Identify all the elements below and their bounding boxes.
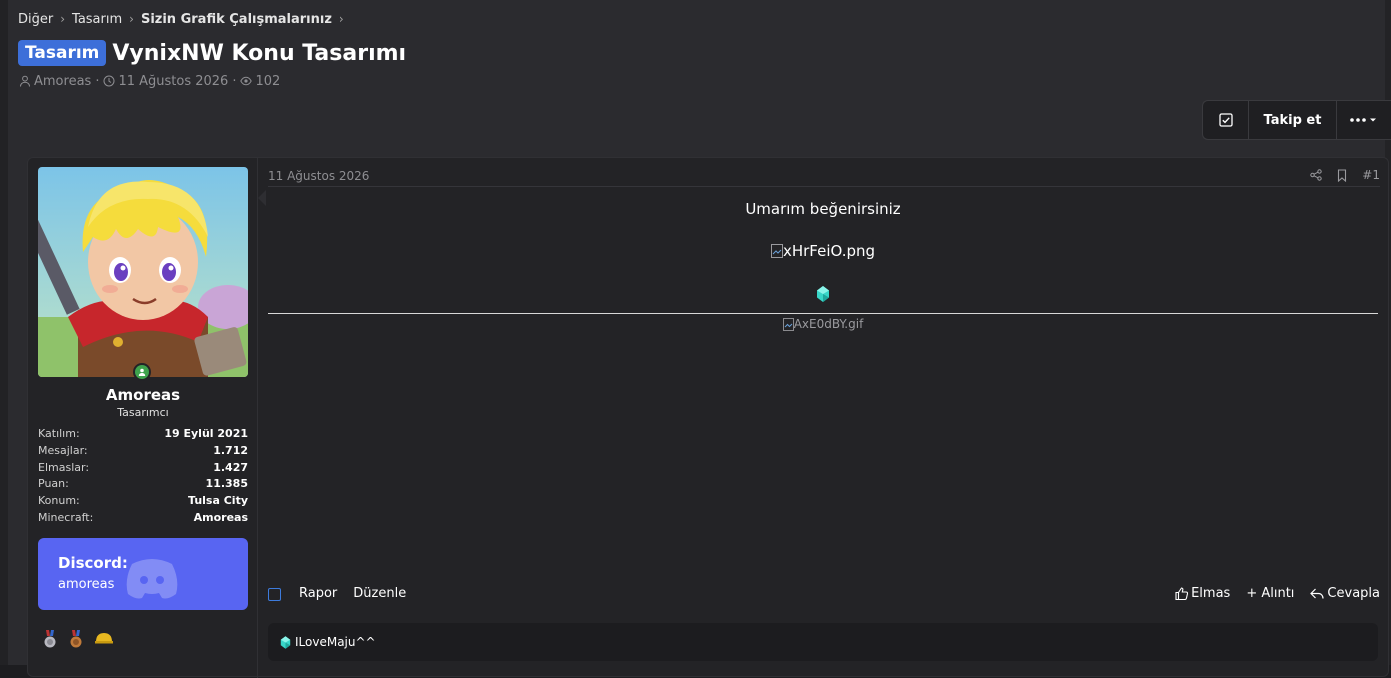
discord-card: Discord: amoreas <box>38 538 248 610</box>
post-footer-right: Elmas + Alıntı Cevapla <box>1175 586 1380 601</box>
quote-button[interactable]: + Alıntı <box>1246 586 1294 601</box>
left-edge <box>0 0 8 665</box>
thread-date: 11 Ağustos 2026 <box>103 74 228 89</box>
report-link[interactable]: Rapor <box>299 586 337 601</box>
reply-button[interactable]: Cevapla <box>1310 586 1380 601</box>
thread-author-name: Amoreas <box>34 73 92 89</box>
thread-title-row: Tasarım VynixNW Konu Tasarımı <box>18 38 406 68</box>
discord-username: amoreas <box>58 577 115 592</box>
diamond-icon <box>817 286 829 302</box>
share-icon[interactable] <box>1310 169 1322 181</box>
user-icon <box>20 75 30 87</box>
thread-date-text: 11 Ağustos 2026 <box>118 73 229 89</box>
follow-button[interactable]: Takip et <box>1249 101 1337 139</box>
clock-icon <box>103 75 115 87</box>
post-image-1[interactable]: xHrFeiO.png <box>268 242 1378 262</box>
post-main-column: 11 Ağustos 2026 #1 Umarım beğenirsiniz x… <box>268 158 1380 678</box>
eye-icon <box>240 76 253 86</box>
more-options-button[interactable] <box>1337 101 1391 139</box>
stat-row: Mesajlar: 1.712 <box>38 443 248 457</box>
bookmark-icon[interactable] <box>1336 168 1348 182</box>
thread-views: 102 <box>240 74 280 89</box>
post-number[interactable]: #1 <box>1362 168 1380 182</box>
discord-label: Discord: <box>58 554 128 572</box>
post-date[interactable]: 11 Ağustos 2026 <box>268 169 369 183</box>
diamond-icon <box>280 635 291 649</box>
thread-views-count: 102 <box>255 73 281 89</box>
user-stats: Katılım: 19 Eylül 2021 Mesajlar: 1.712 Elm… <box>38 426 248 527</box>
post-footer-left: Rapor Düzenle <box>268 586 422 601</box>
post-image-2-alt: AxE0dBY.gif <box>793 317 864 331</box>
chevron-right-icon: › <box>60 12 66 26</box>
stat-row: Puan: 11.385 <box>38 477 248 491</box>
reply-icon <box>1310 588 1325 599</box>
watch-toggle-button[interactable] <box>1203 101 1249 139</box>
message-arrow <box>258 190 266 206</box>
thumbs-up-icon <box>1175 587 1189 600</box>
discord-logo-icon <box>126 559 178 599</box>
like-button[interactable]: Elmas <box>1175 586 1230 601</box>
post-body-text: Umarım beğenirsiniz <box>745 200 901 218</box>
post-header-actions: #1 <box>1310 168 1380 182</box>
stat-row: Konum: Tulsa City <box>38 494 248 508</box>
page: Diğer › Tasarım › Sizin Grafik Çalışmala… <box>0 0 1391 678</box>
thread-author[interactable]: Amoreas <box>19 74 91 89</box>
post-signature: ILoveMaju^^ <box>268 623 1378 661</box>
breadcrumb-item-tasarim[interactable]: Tasarım <box>72 12 122 27</box>
user-online-icon <box>138 368 146 376</box>
breadcrumb-item-grafik[interactable]: Sizin Grafik Çalışmalarınız <box>141 12 332 27</box>
bronze-medal-icon[interactable] <box>68 630 84 648</box>
broken-image-icon <box>782 317 794 331</box>
thread-toolbar: Takip et <box>1202 100 1391 140</box>
thread-prefix-badge[interactable]: Tasarım <box>18 40 107 66</box>
breadcrumb-item-diger[interactable]: Diğer <box>18 12 53 27</box>
divider <box>268 313 1378 314</box>
avatar[interactable] <box>38 167 248 377</box>
post-1: Amoreas Tasarımcı Katılım: 19 Eylül 2021 … <box>27 157 1389 678</box>
trophy-list <box>42 630 114 648</box>
stat-row: Katılım: 19 Eylül 2021 <box>38 427 248 440</box>
breadcrumb: Diğer › Tasarım › Sizin Grafik Çalışmala… <box>18 10 351 28</box>
edit-link[interactable]: Düzenle <box>353 586 406 601</box>
thread-meta: Amoreas · 11 Ağustos 2026 · 102 <box>19 72 280 90</box>
signature-text: ILoveMaju^^ <box>295 635 376 649</box>
post-username[interactable]: Amoreas <box>28 386 258 404</box>
post-image-2[interactable]: AxE0dBY.gif <box>268 317 1378 334</box>
broken-image-icon <box>770 244 783 258</box>
stat-row: Elmaslar: 1.427 <box>38 460 248 474</box>
avatar-image <box>38 167 248 377</box>
chevron-right-icon: › <box>338 12 344 26</box>
ellipsis-dropdown-icon <box>1350 118 1376 122</box>
silver-medal-icon[interactable] <box>42 630 58 648</box>
post-image-1-alt: xHrFeiO.png <box>782 242 876 260</box>
post-user-column: Amoreas Tasarımcı Katılım: 19 Eylül 2021 … <box>28 158 258 678</box>
select-post-checkbox[interactable] <box>268 588 281 601</box>
post-footer: Rapor Düzenle Elmas + Alıntı Cevapla <box>268 586 1380 608</box>
thread-title: VynixNW Konu Tasarımı <box>112 40 407 66</box>
chevron-right-icon: › <box>129 12 134 26</box>
online-indicator <box>133 363 151 381</box>
helmet-icon[interactable] <box>94 630 114 646</box>
post-header: 11 Ağustos 2026 #1 <box>268 167 1380 187</box>
stat-row: Minecraft: Amoreas <box>38 510 248 524</box>
post-user-title: Tasarımcı <box>117 406 169 419</box>
checkbox-icon <box>1218 113 1233 127</box>
